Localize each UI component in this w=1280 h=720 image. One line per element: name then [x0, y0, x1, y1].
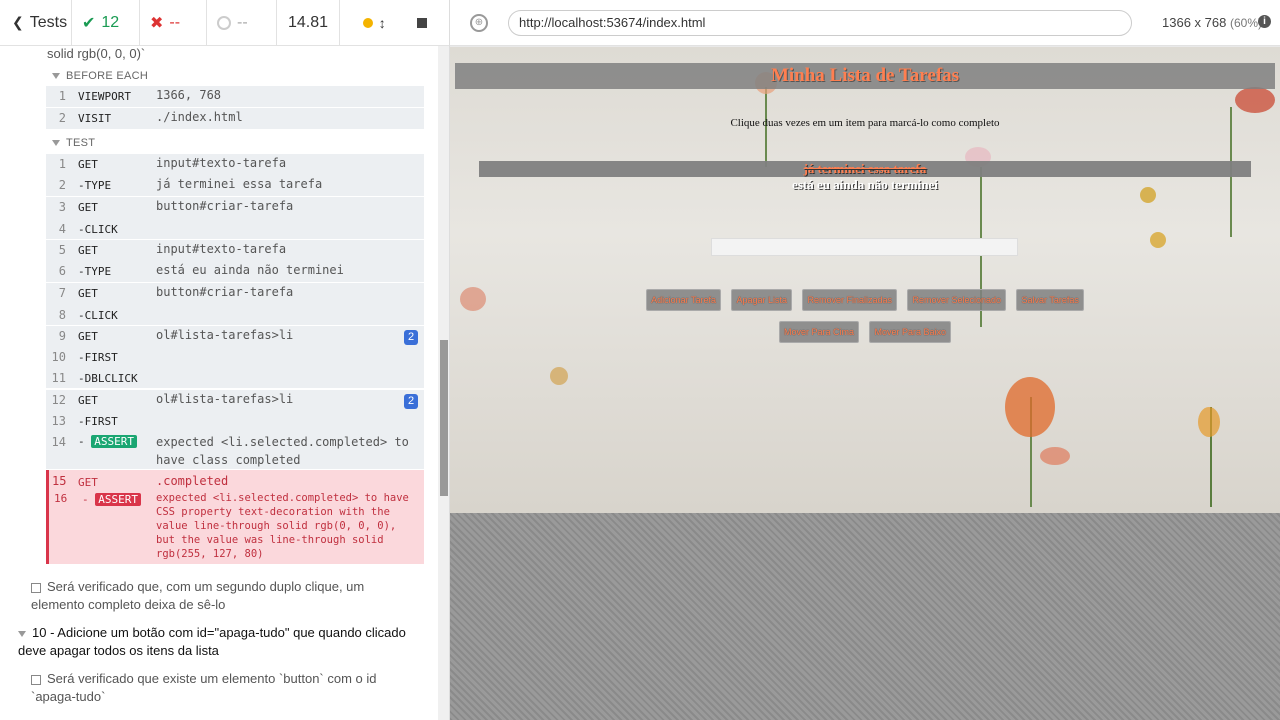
command-row[interactable]: 2 -TYPE já terminei essa tarefa — [46, 175, 424, 196]
browser-header: ⊕ http://localhost:53674/index.html 1366… — [450, 0, 1280, 46]
app-under-test: Minha Lista de Tarefas Clique duas vezes… — [450, 47, 1280, 513]
viewport-remainder — [450, 513, 1280, 720]
prev-assert-tail: solid rgb(0, 0, 0)` — [47, 46, 146, 61]
tests-back-button[interactable]: ❮ Tests — [0, 0, 72, 46]
url-field[interactable]: http://localhost:53674/index.html — [508, 10, 1132, 36]
command-row[interactable]: 6 -TYPE está eu ainda não terminei — [46, 261, 424, 282]
element-count-badge: 2 — [404, 394, 418, 409]
line-number: 15 — [52, 474, 67, 488]
task-text-input[interactable] — [711, 238, 1018, 256]
suite-item[interactable]: 10 - Adicione um botão com id="apaga-tud… — [18, 624, 418, 660]
scrollbar-thumb[interactable] — [440, 340, 448, 496]
remove-selected-button[interactable]: Remover Selecionado — [907, 289, 1007, 311]
task-item[interactable]: está eu ainda não terminei — [479, 177, 1251, 193]
command-message: .completed — [156, 474, 229, 488]
command-row[interactable]: 10 -FIRST — [46, 347, 424, 368]
before-each-hook[interactable]: BEFORE EACH — [52, 70, 148, 82]
assert-message: expected <li.selected.completed> to have… — [156, 435, 409, 467]
command-log: solid rgb(0, 0, 0)` BEFORE EACH 1 VIEWPOR… — [0, 46, 438, 720]
duration: 14.81 — [277, 0, 340, 46]
move-up-button[interactable]: Mover Para Cima — [778, 321, 860, 343]
task-item-completed[interactable]: já terminei essa tarefa — [479, 161, 1251, 177]
passed-count[interactable]: ✔ 12 — [72, 0, 140, 46]
assert-row[interactable]: 14 - ASSERT expected <li.selected.comple… — [46, 432, 424, 470]
checkbox-icon — [31, 674, 41, 685]
task-list: já terminei essa tarefa está eu ainda nã… — [479, 161, 1251, 193]
test-item[interactable]: Será verificado que existe um elemento `… — [31, 670, 411, 706]
remove-completed-button[interactable]: Remover Finalizadas — [802, 289, 898, 311]
command-row[interactable]: 5 GET input#texto-tarefa — [46, 240, 424, 261]
command-row[interactable]: 11 -DBLCLICK — [46, 368, 424, 389]
command-row[interactable]: 7 GET button#criar-tarefa — [46, 283, 424, 304]
checkbox-icon — [31, 582, 41, 593]
selector-playground-icon[interactable]: ⊕ — [470, 14, 488, 32]
element-count-badge: 2 — [404, 330, 418, 345]
cross-icon: ✖ — [150, 14, 164, 32]
pending-value: -- — [237, 13, 248, 31]
pending-count[interactable]: -- — [207, 0, 277, 46]
command-row[interactable]: 12 GET ol#lista-tarefas>li 2 — [46, 390, 424, 411]
tests-label: Tests — [29, 13, 68, 31]
save-tasks-button[interactable]: Salvar Tarefas — [1016, 289, 1084, 311]
reporter-header: ❮ Tests ✔ 12 ✖ -- -- 14.81 ↕ — [0, 0, 449, 46]
assert-error-message: expected <li.selected.completed> to have… — [156, 492, 409, 560]
scroll-arrows-icon: ↕ — [378, 14, 386, 31]
check-icon: ✔ — [82, 14, 96, 32]
cypress-runner: ❮ Tests ✔ 12 ✖ -- -- 14.81 ↕ solid rgb(0… — [0, 0, 1280, 720]
browser-panel: ⊕ http://localhost:53674/index.html 1366… — [450, 0, 1280, 720]
failed-command-group[interactable]: 15 GET .completed 16 - ASSERT expected <… — [46, 470, 424, 564]
app-title: Minha Lista de Tarefas — [455, 63, 1275, 89]
caret-down-icon — [52, 140, 60, 146]
failed-value: -- — [169, 13, 181, 31]
auto-scroll-toggle[interactable]: ↕ — [362, 14, 386, 31]
command-name: GET — [78, 476, 98, 489]
failed-count[interactable]: ✖ -- — [140, 0, 207, 46]
chevron-left-icon: ❮ — [12, 14, 24, 30]
clear-list-button[interactable]: Apagar Lista — [731, 289, 793, 311]
caret-down-icon — [18, 631, 26, 637]
line-number: 16 — [54, 492, 68, 505]
reporter-scrollbar[interactable] — [438, 46, 449, 720]
add-task-button[interactable]: Adicionar Tarefa — [646, 289, 722, 311]
app-buttons: Adicionar Tarefa Apagar Lista Remover Fi… — [450, 289, 1280, 353]
viewport-size: 1366 x 768 (60%) — [1162, 15, 1262, 30]
duration-value: 14.81 — [287, 13, 329, 31]
command-row[interactable]: 2 VISIT ./index.html — [46, 108, 424, 129]
test-body-hook[interactable]: TEST — [52, 137, 95, 149]
info-icon[interactable]: i — [1258, 15, 1271, 28]
test-item[interactable]: Será verificado que, com um segundo dupl… — [31, 578, 411, 614]
command-row[interactable]: 4 -CLICK — [46, 219, 424, 240]
assert-badge: ASSERT — [91, 435, 137, 448]
command-row[interactable]: 8 -CLICK — [46, 305, 424, 326]
run-controls: ↕ — [340, 0, 449, 46]
command-row[interactable]: 1 GET input#texto-tarefa — [46, 154, 424, 175]
command-row[interactable]: 3 GET button#criar-tarefa — [46, 197, 424, 218]
caret-down-icon — [52, 73, 60, 79]
stop-icon[interactable] — [417, 17, 428, 28]
passed-value: 12 — [101, 13, 120, 31]
command-row[interactable]: 13 -FIRST — [46, 411, 424, 432]
command-row[interactable]: 1 VIEWPORT 1366, 768 — [46, 86, 424, 107]
move-down-button[interactable]: Mover Para Baixo — [869, 321, 951, 343]
reporter-panel: ❮ Tests ✔ 12 ✖ -- -- 14.81 ↕ solid rgb(0… — [0, 0, 450, 720]
spinner-icon — [217, 15, 231, 30]
command-row[interactable]: 9 GET ol#lista-tarefas>li 2 — [46, 326, 424, 347]
status-dot-icon — [362, 17, 373, 28]
app-instructions: Clique duas vezes em um item para marcá-… — [730, 117, 1000, 129]
assert-fail-badge: ASSERT — [95, 493, 141, 506]
